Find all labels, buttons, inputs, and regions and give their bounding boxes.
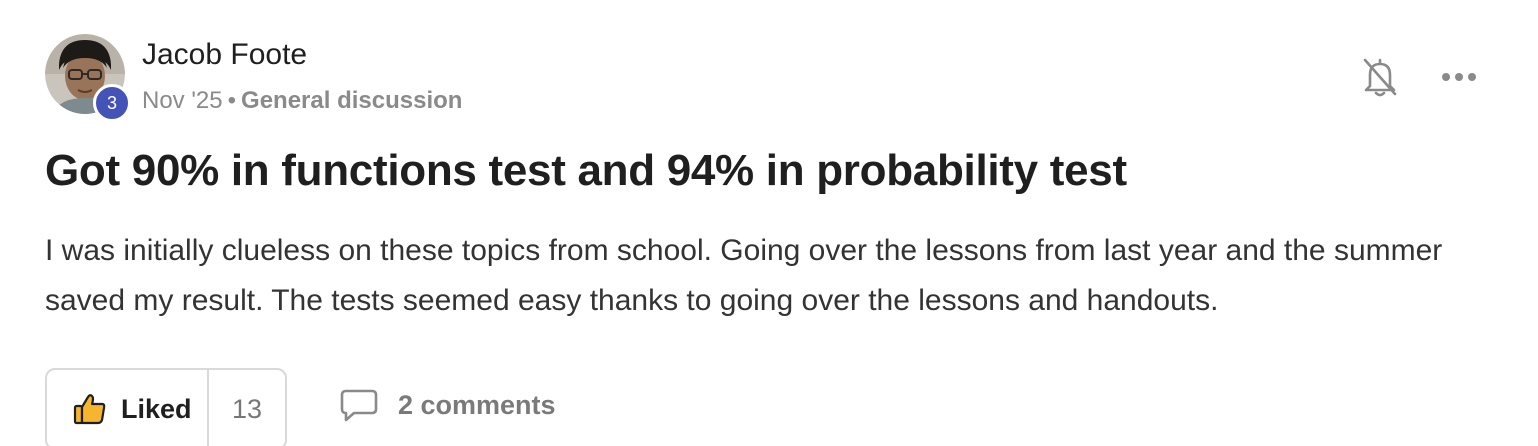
post-body: I was initially clueless on these topics…: [45, 234, 1443, 317]
like-count[interactable]: 13: [209, 370, 285, 446]
comment-bubble-icon: [340, 389, 378, 422]
like-button-label: Liked: [121, 393, 192, 424]
post-title[interactable]: Got 90% in functions test and 94% in pro…: [45, 146, 1127, 196]
post-category[interactable]: General discussion: [241, 87, 462, 114]
author-avatar-container[interactable]: 3: [45, 34, 131, 122]
meta-separator: •: [227, 87, 237, 114]
more-horizontal-icon[interactable]: [1440, 64, 1478, 90]
post-meta: Nov '25 • General discussion: [142, 87, 462, 115]
post-date: Nov '25: [142, 87, 223, 114]
bell-off-icon[interactable]: [1362, 56, 1398, 98]
thumbs-up-icon: [73, 394, 106, 425]
like-button[interactable]: Liked: [47, 370, 209, 446]
discussion-post: 3 Jacob Foote Nov '25 • General discussion…: [0, 0, 1538, 446]
comments-button[interactable]: 2 comments: [340, 388, 556, 422]
comments-label: 2 comments: [398, 389, 556, 420]
level-badge: 3: [93, 84, 131, 122]
like-control: Liked 13: [45, 368, 287, 446]
author-name[interactable]: Jacob Foote: [142, 38, 307, 72]
level-badge-value: 3: [106, 92, 117, 113]
